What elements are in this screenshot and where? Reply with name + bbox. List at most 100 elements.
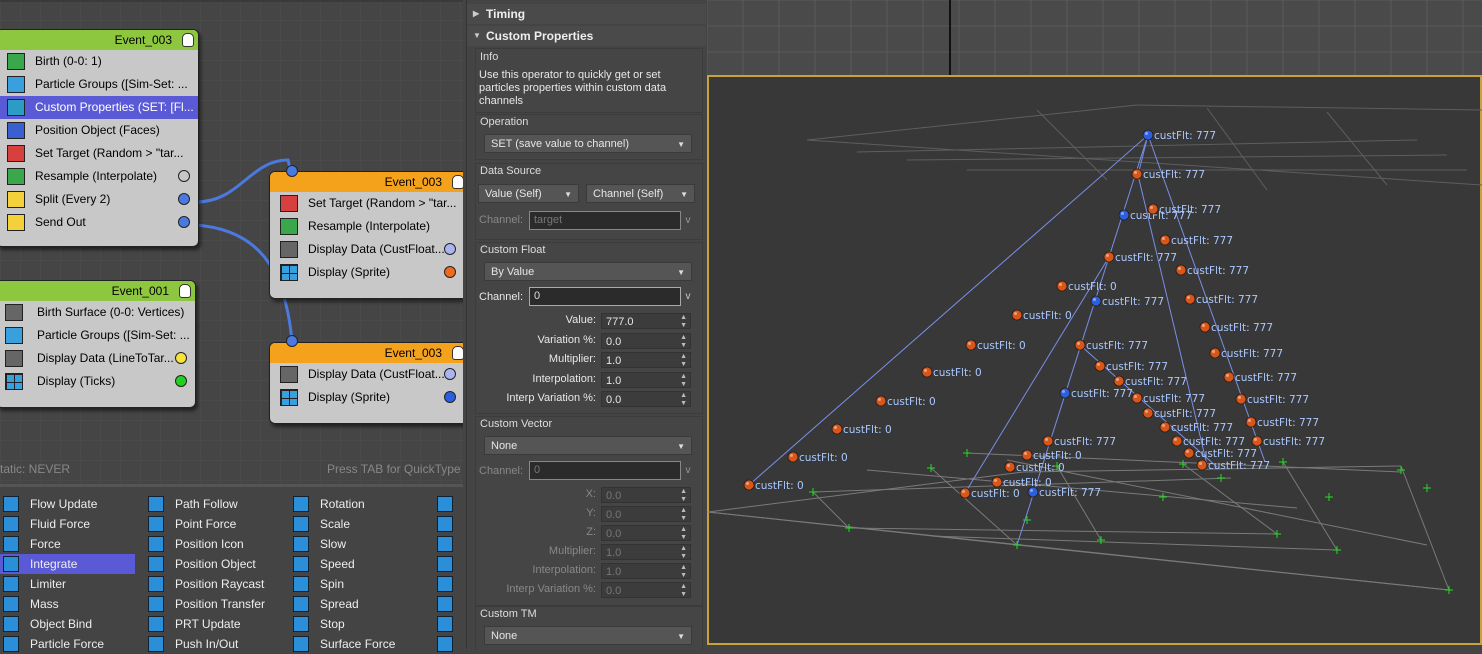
depot-item-position-transfer[interactable]: Position Transfer xyxy=(145,594,285,614)
input-port[interactable] xyxy=(286,165,298,177)
data-source-channel-dropdown[interactable]: Channel (Self) ▼ xyxy=(586,184,695,203)
channel-pick-button[interactable]: v xyxy=(682,461,694,480)
spinner-arrows-icon[interactable]: ▲ ▼ xyxy=(680,564,687,580)
operator-depot[interactable]: Flow Update Fluid Force Force Integrate Limi… xyxy=(0,484,463,652)
operator-particle-groups[interactable]: Particle Groups ([Sim-Set: ... xyxy=(0,73,198,96)
custom-vector-channel-field[interactable]: 0 xyxy=(529,461,681,480)
param-spinner[interactable]: 1.0 ▲ ▼ xyxy=(601,352,691,368)
operator-split[interactable]: Split (Every 2) xyxy=(0,188,198,211)
depot-item-path-follow[interactable]: Path Follow xyxy=(145,494,285,514)
depot-overflow-icon[interactable] xyxy=(437,636,453,652)
spinner-arrows-icon[interactable]: ▲ ▼ xyxy=(680,353,687,369)
display-toggle-icon[interactable] xyxy=(179,284,191,298)
spinner-arrows-icon[interactable]: ▲ ▼ xyxy=(680,583,687,599)
operator-display[interactable]: Display (Sprite) xyxy=(270,261,463,284)
operator-position-object[interactable]: Position Object (Faces) xyxy=(0,119,198,142)
operator-display-data[interactable]: Display Data (CustFloat... xyxy=(270,363,463,386)
depot-item-spin[interactable]: Spin xyxy=(290,574,430,594)
depot-overflow-icon[interactable] xyxy=(437,516,453,532)
color-swatch[interactable] xyxy=(444,391,456,403)
param-spinner[interactable]: 1.0 ▲ ▼ xyxy=(601,563,691,579)
event-header[interactable]: Event_001 xyxy=(0,281,195,301)
spinner-arrows-icon[interactable]: ▲ ▼ xyxy=(680,507,687,523)
operator-display[interactable]: Display (Sprite) xyxy=(270,386,463,409)
channel-pick-button[interactable]: v xyxy=(682,211,694,230)
custom-float-channel-field[interactable]: 0 xyxy=(529,287,681,306)
display-toggle-icon[interactable] xyxy=(452,346,463,360)
param-spinner[interactable]: 0.0 ▲ ▼ xyxy=(601,582,691,598)
event-header[interactable]: Event_003 xyxy=(270,172,463,192)
data-source-dropdown[interactable]: Value (Self) ▼ xyxy=(478,184,579,203)
event-node-event-003-main[interactable]: Event_003 Birth (0-0: 1) Particle Groups… xyxy=(0,29,199,247)
depot-overflow-icon[interactable] xyxy=(437,556,453,572)
color-swatch[interactable] xyxy=(175,375,187,387)
custom-float-mode-dropdown[interactable]: By Value ▼ xyxy=(484,262,692,281)
perspective-viewport[interactable]: custFlt: 777 custFlt: 777 custFlt: 777 cust… xyxy=(707,0,1482,649)
param-spinner[interactable]: 0.0 ▲ ▼ xyxy=(601,487,691,503)
operation-dropdown[interactable]: SET (save value to channel) ▼ xyxy=(484,134,692,153)
operator-custom-properties[interactable]: Custom Properties (SET: [Fl... xyxy=(0,96,198,119)
spinner-arrows-icon[interactable]: ▲ ▼ xyxy=(680,545,687,561)
operator-birth[interactable]: Birth (0-0: 1) xyxy=(0,50,198,73)
rollout-custom-properties[interactable]: ▼ Custom Properties xyxy=(467,26,706,46)
rollout-timing[interactable]: ▶ Timing xyxy=(467,4,706,24)
param-spinner[interactable]: 0.0 ▲ ▼ xyxy=(601,506,691,522)
depot-item-push-in-out[interactable]: Push In/Out xyxy=(145,634,285,654)
custom-vector-mode-dropdown[interactable]: None ▼ xyxy=(484,436,692,455)
param-spinner[interactable]: 777.0 ▲ ▼ xyxy=(601,313,691,329)
channel-pick-button[interactable]: v xyxy=(682,287,694,306)
output-port[interactable] xyxy=(178,170,190,182)
color-swatch[interactable] xyxy=(444,368,456,380)
depot-item-position-icon[interactable]: Position Icon xyxy=(145,534,285,554)
depot-item-point-force[interactable]: Point Force xyxy=(145,514,285,534)
event-node-event-001[interactable]: Event_001 Birth Surface (0-0: Vertices) … xyxy=(0,280,196,408)
operator-send-out[interactable]: Send Out xyxy=(0,211,198,234)
depot-item-integrate[interactable]: Integrate xyxy=(0,554,135,574)
depot-item-fluid-force[interactable]: Fluid Force xyxy=(0,514,135,534)
operator-resample[interactable]: Resample (Interpolate) xyxy=(0,165,198,188)
display-toggle-icon[interactable] xyxy=(182,33,194,47)
depot-overflow-icon[interactable] xyxy=(437,616,453,632)
output-port[interactable] xyxy=(178,216,190,228)
color-swatch[interactable] xyxy=(175,352,187,364)
color-swatch[interactable] xyxy=(444,266,456,278)
spinner-arrows-icon[interactable]: ▲ ▼ xyxy=(680,334,687,350)
depot-item-position-object[interactable]: Position Object xyxy=(145,554,285,574)
depot-overflow-icon[interactable] xyxy=(437,496,453,512)
particle-view-graph[interactable]: Event_003 Birth (0-0: 1) Particle Groups… xyxy=(0,0,463,484)
output-port[interactable] xyxy=(178,193,190,205)
operator-resample[interactable]: Resample (Interpolate) xyxy=(270,215,463,238)
depot-overflow-icon[interactable] xyxy=(437,576,453,592)
viewport-canvas[interactable]: custFlt: 777 custFlt: 777 custFlt: 777 cust… xyxy=(707,0,1482,649)
depot-overflow-icon[interactable] xyxy=(437,536,453,552)
operator-display-data[interactable]: Display Data (LineToTar... xyxy=(0,347,195,370)
input-port[interactable] xyxy=(286,335,298,347)
spinner-arrows-icon[interactable]: ▲ ▼ xyxy=(680,526,687,542)
spinner-arrows-icon[interactable]: ▲ ▼ xyxy=(680,373,687,389)
depot-item-prt-update[interactable]: PRT Update xyxy=(145,614,285,634)
depot-item-slow[interactable]: Slow xyxy=(290,534,430,554)
depot-item-scale[interactable]: Scale xyxy=(290,514,430,534)
depot-item-flow-update[interactable]: Flow Update xyxy=(0,494,135,514)
depot-item-force[interactable]: Force xyxy=(0,534,135,554)
depot-item-rotation[interactable]: Rotation xyxy=(290,494,430,514)
depot-item-object-bind[interactable]: Object Bind xyxy=(0,614,135,634)
depot-overflow-icon[interactable] xyxy=(437,596,453,612)
spinner-arrows-icon[interactable]: ▲ ▼ xyxy=(680,314,687,330)
spinner-arrows-icon[interactable]: ▲ ▼ xyxy=(680,488,687,504)
event-header[interactable]: Event_003 xyxy=(0,30,198,50)
event-header[interactable]: Event_003 xyxy=(270,343,463,363)
depot-item-position-raycast[interactable]: Position Raycast xyxy=(145,574,285,594)
event-node-event-003-target[interactable]: Event_003 Set Target (Random > "tar... R… xyxy=(269,171,463,299)
param-spinner[interactable]: 0.0 ▲ ▼ xyxy=(601,525,691,541)
param-spinner[interactable]: 1.0 ▲ ▼ xyxy=(601,544,691,560)
operator-particle-groups[interactable]: Particle Groups ([Sim-Set: ... xyxy=(0,324,195,347)
operator-birth-surface[interactable]: Birth Surface (0-0: Vertices) xyxy=(0,301,195,324)
depot-item-speed[interactable]: Speed xyxy=(290,554,430,574)
operator-display[interactable]: Display (Ticks) xyxy=(0,370,195,393)
color-swatch[interactable] xyxy=(444,243,456,255)
depot-item-stop[interactable]: Stop xyxy=(290,614,430,634)
custom-tm-mode-dropdown[interactable]: None ▼ xyxy=(484,626,692,645)
event-node-event-003-display[interactable]: Event_003 Display Data (CustFloat... Dis… xyxy=(269,342,463,424)
depot-item-limiter[interactable]: Limiter xyxy=(0,574,135,594)
